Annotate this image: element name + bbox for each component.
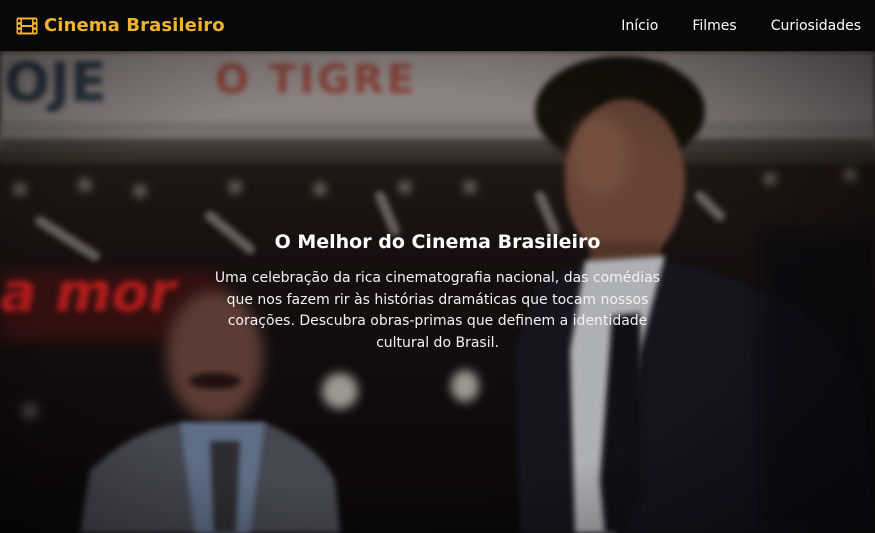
nav-link-curiosidades[interactable]: Curiosidades <box>771 18 861 34</box>
navbar: Cinema Brasileiro Início Filmes Curiosid… <box>0 0 875 51</box>
hero-title: O Melhor do Cinema Brasileiro <box>274 231 601 253</box>
nav-links: Início Filmes Curiosidades <box>621 18 861 34</box>
brand-link[interactable]: Cinema Brasileiro <box>16 15 225 36</box>
brand-title: Cinema Brasileiro <box>44 15 225 36</box>
hero-description: Uma celebração da rica cinematografia na… <box>214 270 661 351</box>
nav-link-inicio[interactable]: Início <box>621 18 658 34</box>
nav-link-filmes[interactable]: Filmes <box>692 18 736 34</box>
film-icon <box>16 17 38 34</box>
hero-section: OJE O TIGRE IA a mor <box>0 51 875 533</box>
hero-content: O Melhor do Cinema Brasileiro Uma celebr… <box>0 231 875 354</box>
